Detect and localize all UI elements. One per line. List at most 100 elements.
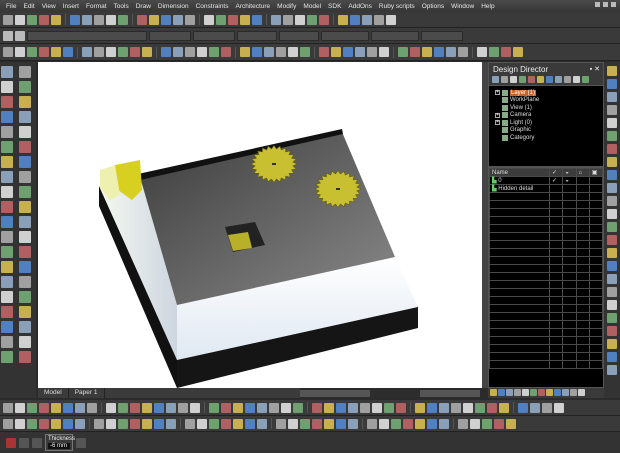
tool-button-icon[interactable] <box>1 261 13 273</box>
tool-button-icon[interactable] <box>386 14 396 25</box>
menu-constraints[interactable]: Constraints <box>196 3 229 10</box>
tool-button-icon[interactable] <box>106 418 116 429</box>
minimize-icon[interactable] <box>595 2 600 7</box>
tool-button-icon[interactable] <box>573 76 580 83</box>
tool-button-icon[interactable] <box>492 76 499 83</box>
property-dropdown[interactable] <box>421 30 463 41</box>
tool-button-icon[interactable] <box>362 14 372 25</box>
tool-button-icon[interactable] <box>562 389 569 396</box>
menu-ruby-scripts[interactable]: Ruby scripts <box>379 3 415 10</box>
tool-button-icon[interactable] <box>19 156 31 168</box>
tool-button-icon[interactable] <box>415 418 425 429</box>
tool-button-icon[interactable] <box>39 47 49 57</box>
tool-button-icon[interactable] <box>607 326 617 336</box>
tool-button-icon[interactable] <box>130 402 140 413</box>
tool-button-icon[interactable] <box>319 14 329 25</box>
tool-button-icon[interactable] <box>1 231 13 243</box>
tool-button-icon[interactable] <box>269 402 279 413</box>
tool-button-icon[interactable] <box>252 47 262 57</box>
property-dropdown[interactable] <box>193 30 235 41</box>
tool-button-icon[interactable] <box>355 47 365 57</box>
tool-button-icon[interactable] <box>142 418 152 429</box>
menu-options[interactable]: Options <box>422 3 444 10</box>
menu-window[interactable]: Window <box>451 3 474 10</box>
tool-button-icon[interactable] <box>19 126 31 138</box>
stop-icon[interactable] <box>6 437 16 448</box>
tool-button-icon[interactable] <box>63 402 73 413</box>
tool-button-icon[interactable] <box>403 418 413 429</box>
tool-button-icon[interactable] <box>19 336 31 348</box>
tool-button-icon[interactable] <box>446 47 456 57</box>
finish-icon[interactable] <box>76 437 86 448</box>
tool-button-icon[interactable] <box>367 47 377 57</box>
tool-button-icon[interactable] <box>27 402 37 413</box>
tool-button-icon[interactable] <box>607 274 617 284</box>
tool-button-icon[interactable] <box>106 402 116 413</box>
tool-button-icon[interactable] <box>166 418 176 429</box>
tool-button-icon[interactable] <box>3 402 13 413</box>
tool-button-icon[interactable] <box>1 321 13 333</box>
table-row[interactable] <box>489 336 604 345</box>
tool-button-icon[interactable] <box>312 402 322 413</box>
tool-button-icon[interactable] <box>142 47 152 57</box>
tool-button-icon[interactable] <box>319 47 329 57</box>
tool-button-icon[interactable] <box>87 402 97 413</box>
menu-view[interactable]: View <box>42 3 56 10</box>
tool-button-icon[interactable] <box>554 402 564 413</box>
tool-button-icon[interactable] <box>39 402 49 413</box>
tool-button-icon[interactable] <box>82 47 92 57</box>
tool-button-icon[interactable] <box>410 47 420 57</box>
tool-button-icon[interactable] <box>1 336 13 348</box>
tool-button-icon[interactable] <box>607 144 617 154</box>
tool-button-icon[interactable] <box>1 276 13 288</box>
table-row[interactable] <box>489 328 604 337</box>
table-row[interactable] <box>489 360 604 369</box>
tool-button-icon[interactable] <box>607 79 617 89</box>
menu-dimension[interactable]: Dimension <box>158 3 189 10</box>
tool-button-icon[interactable] <box>19 246 31 258</box>
table-row[interactable] <box>489 256 604 265</box>
property-dropdown[interactable] <box>149 30 191 41</box>
tool-button-icon[interactable] <box>19 321 31 333</box>
tool-button-icon[interactable] <box>336 402 346 413</box>
pin-close-icons[interactable]: ▪ ✕ <box>590 65 600 73</box>
table-row[interactable] <box>489 192 604 201</box>
table-row[interactable] <box>489 240 604 249</box>
tree-item[interactable]: +Graphic <box>495 127 597 135</box>
tool-button-icon[interactable] <box>288 418 298 429</box>
tool-button-icon[interactable] <box>19 201 31 213</box>
table-row[interactable] <box>489 272 604 281</box>
tool-button-icon[interactable] <box>336 418 346 429</box>
tool-button-icon[interactable] <box>367 418 377 429</box>
tool-button-icon[interactable] <box>427 402 437 413</box>
table-row[interactable] <box>489 280 604 289</box>
tool-button-icon[interactable] <box>458 47 468 57</box>
tool-button-icon[interactable] <box>106 14 116 25</box>
tool-button-icon[interactable] <box>518 402 528 413</box>
tool-button-icon[interactable] <box>185 418 195 429</box>
tool-button-icon[interactable] <box>118 47 128 57</box>
table-row[interactable] <box>489 312 604 321</box>
tool-button-icon[interactable] <box>1 246 13 258</box>
tool-button-icon[interactable] <box>499 402 509 413</box>
tool-button-icon[interactable] <box>82 14 92 25</box>
tool-button-icon[interactable] <box>63 418 73 429</box>
tool-button-icon[interactable] <box>607 352 617 362</box>
tool-button-icon[interactable] <box>607 365 617 375</box>
tool-button-icon[interactable] <box>1 291 13 303</box>
tool-button-icon[interactable] <box>506 418 516 429</box>
tool-button-icon[interactable] <box>582 76 589 83</box>
tool-button-icon[interactable] <box>19 276 31 288</box>
tool-button-icon[interactable] <box>161 47 171 57</box>
expand-icon[interactable]: + <box>495 90 500 96</box>
tool-button-icon[interactable] <box>564 76 571 83</box>
tool-button-icon[interactable] <box>51 418 61 429</box>
tool-button-icon[interactable] <box>19 66 31 78</box>
tool-button-icon[interactable] <box>3 47 13 57</box>
table-row[interactable] <box>489 200 604 209</box>
tool-button-icon[interactable] <box>530 402 540 413</box>
tool-button-icon[interactable] <box>173 14 183 25</box>
tree-item[interactable]: + Camera <box>495 112 597 120</box>
tool-button-icon[interactable] <box>458 418 468 429</box>
tool-button-icon[interactable] <box>19 351 31 363</box>
